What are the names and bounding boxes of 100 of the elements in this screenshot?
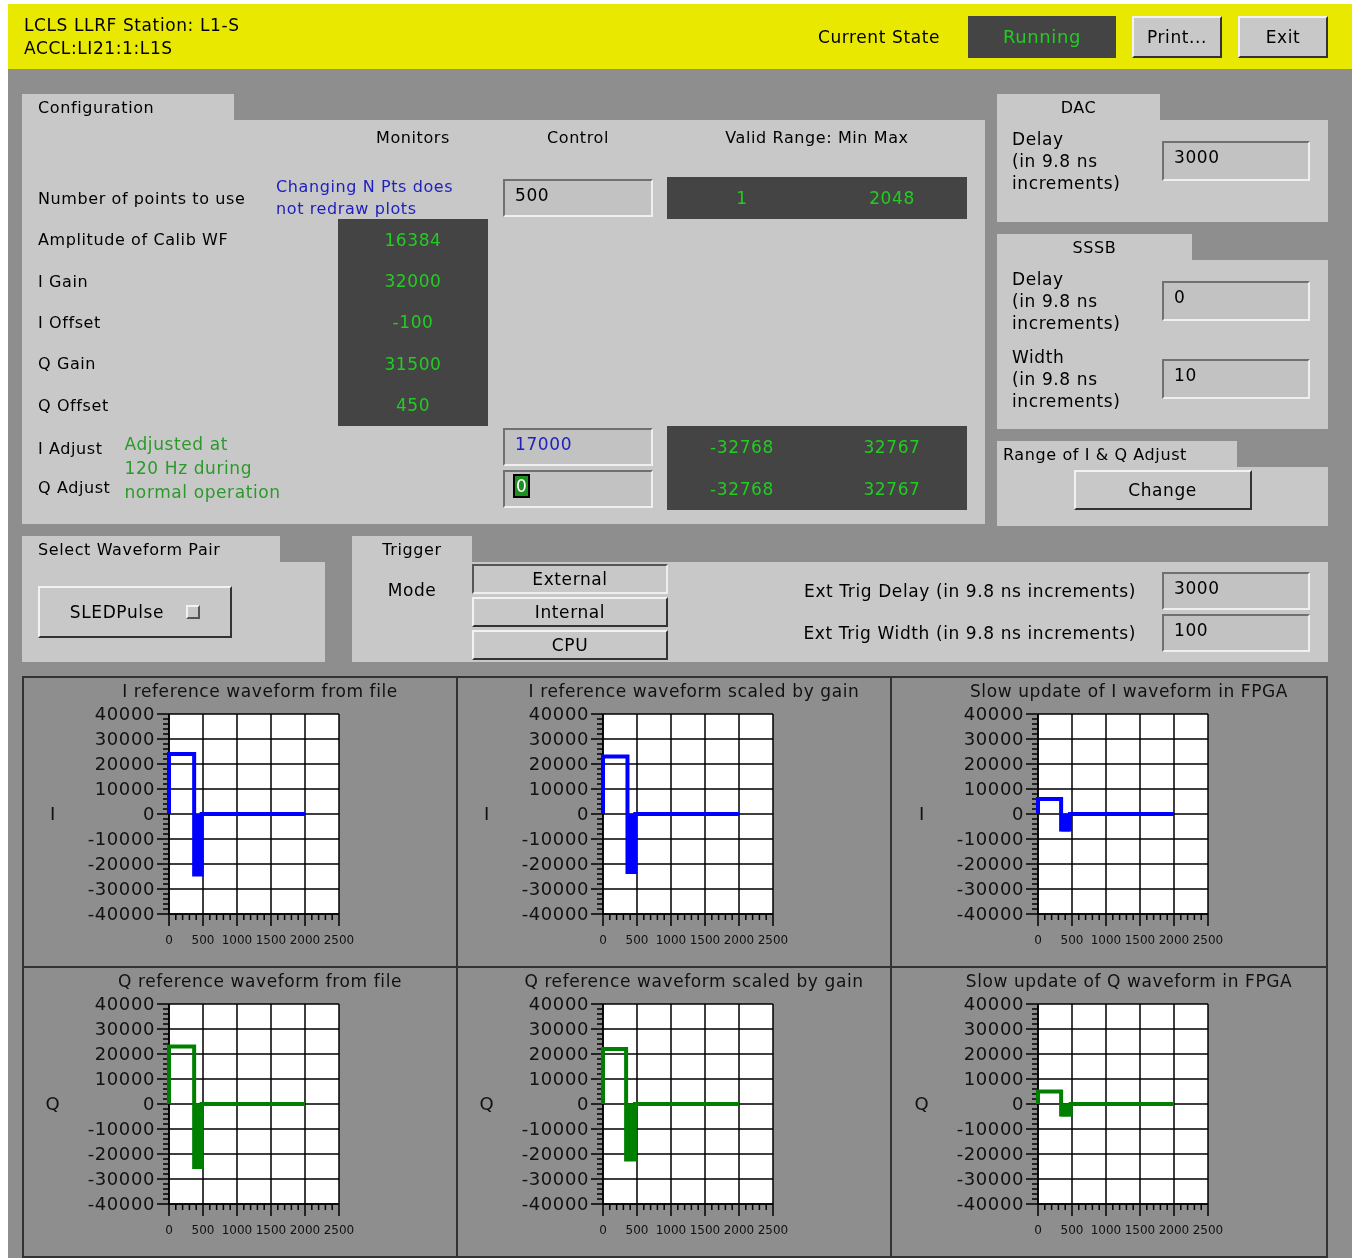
row-label: Amplitude of Calib WF [38,230,230,250]
tick-label: 20000 [963,1043,1024,1064]
tick-label: 2500 [757,1223,789,1237]
field-label: Ext Trig Delay (in 9.8 ns increments) [804,581,1136,601]
panel-title: Configuration [22,94,234,120]
tick-label: 20000 [94,1043,155,1064]
tick-label: 1000 [221,933,253,947]
input-field[interactable]: 3000 [1162,141,1310,181]
tick-label: 30000 [963,728,1024,749]
input-field[interactable]: 17000 [503,427,653,466]
row-label: Number of points to use [38,188,247,208]
tick-label: 2500 [1192,1223,1224,1237]
tick-label: 0 [1034,933,1042,947]
tick-label: -10000 [521,1118,589,1139]
note-text: Changing N Pts does not redraw plots [276,176,455,220]
tick-label: -40000 [87,903,155,924]
column-heading: Control [546,127,609,147]
tick-label: 1000 [655,933,687,947]
tick-label: 2500 [757,933,789,947]
state-indicator: Running [968,15,1116,58]
tick-label: 10000 [94,778,155,799]
tick-label: 30000 [94,1018,155,1039]
chart-title: I reference waveform scaled by gain [528,680,860,703]
tick-label: 1500 [255,933,287,947]
tick-label: -30000 [87,878,155,899]
tick-label: -30000 [956,878,1024,899]
input-field[interactable]: 100 [1162,614,1310,652]
range-min: -32768 [710,436,774,457]
tick-label: -30000 [956,1168,1024,1189]
input-field[interactable]: 3000 [1162,572,1310,610]
mode-button[interactable]: External [472,564,668,594]
menu-indicator-icon [186,605,201,619]
chart-title: Q reference waveform scaled by gain [524,970,864,993]
tick-label: 0 [576,1093,589,1114]
monitor-value: 32000 [338,260,488,302]
range-max: 2048 [869,188,915,208]
tick-label: 10000 [528,778,589,799]
tick-label: 0 [599,1223,607,1237]
monitor-value: -100 [338,301,488,344]
tick-label: 500 [625,1223,649,1237]
header-button[interactable]: Print... [1132,15,1222,58]
tick-label: -30000 [521,878,589,899]
tick-label: 2500 [323,933,355,947]
tick-label: -20000 [956,853,1024,874]
tick-label: 2000 [289,933,321,947]
header-button[interactable]: Exit [1238,15,1328,58]
mode-button[interactable]: CPU [472,630,668,660]
tick-label: 1000 [1090,933,1122,947]
mode-button[interactable]: Internal [472,597,668,627]
tick-label: -40000 [521,903,589,924]
chart-title: Slow update of Q waveform in FPGA [965,970,1293,993]
axis-label: Q [45,1093,61,1114]
state-label: Current State [817,26,940,47]
tick-label: 10000 [94,1068,155,1089]
chart-title: Slow update of I waveform in FPGA [969,680,1289,703]
field-label: Delay (in 9.8 ns increments) [1012,128,1121,194]
change-button[interactable]: Change [1073,469,1252,510]
tick-label: 10000 [528,1068,589,1089]
input-field[interactable]: 0 [1162,281,1310,321]
row-label: Q Gain [38,354,98,374]
panel-title: SSSB [997,234,1192,260]
panel-title: DAC [997,94,1160,120]
tick-label: 30000 [963,1018,1024,1039]
tick-label: 40000 [94,993,155,1014]
row-label: I Offset [38,312,102,332]
axis-label: I [484,803,490,824]
tick-label: 2500 [323,1223,355,1237]
tick-label: 0 [142,803,155,824]
row-label: Q Offset [38,395,110,415]
column-heading: Monitors [376,127,450,147]
input-field[interactable]: 10 [1162,359,1310,399]
tick-label: 20000 [528,1043,589,1064]
panel-title: Range of I & Q Adjust [997,441,1237,467]
tick-label: 40000 [528,703,589,724]
tick-label: -40000 [521,1193,589,1214]
tick-label: 40000 [528,993,589,1014]
monitor-value: 16384 [338,219,488,261]
tick-label: -10000 [956,828,1024,849]
input-field[interactable]: 500 [503,179,653,217]
tick-label: 0 [599,933,607,947]
panel-title: Trigger [352,536,472,562]
range-max: 32767 [863,436,921,457]
field-label: Delay (in 9.8 ns increments) [1012,268,1121,334]
tick-label: -20000 [87,853,155,874]
tick-label: 1500 [1124,933,1156,947]
input-field[interactable]: 0 [503,469,653,508]
tick-label: 0 [165,1223,173,1237]
tick-label: 10000 [963,1068,1024,1089]
column-heading: Valid Range: Min Max [725,127,909,147]
tick-label: 1500 [1124,1223,1156,1237]
tick-label: -10000 [956,1118,1024,1139]
tick-label: 2500 [1192,933,1224,947]
tick-label: -20000 [521,1143,589,1164]
tick-label: 0 [142,1093,155,1114]
waveform-menu[interactable]: SLEDPulse [38,586,232,638]
tick-label: 0 [1034,1223,1042,1237]
field-label: Width (in 9.8 ns increments) [1012,346,1121,412]
tick-label: -30000 [521,1168,589,1189]
monitor-value: 31500 [338,343,488,385]
field-label: Ext Trig Width (in 9.8 ns increments) [803,623,1136,643]
